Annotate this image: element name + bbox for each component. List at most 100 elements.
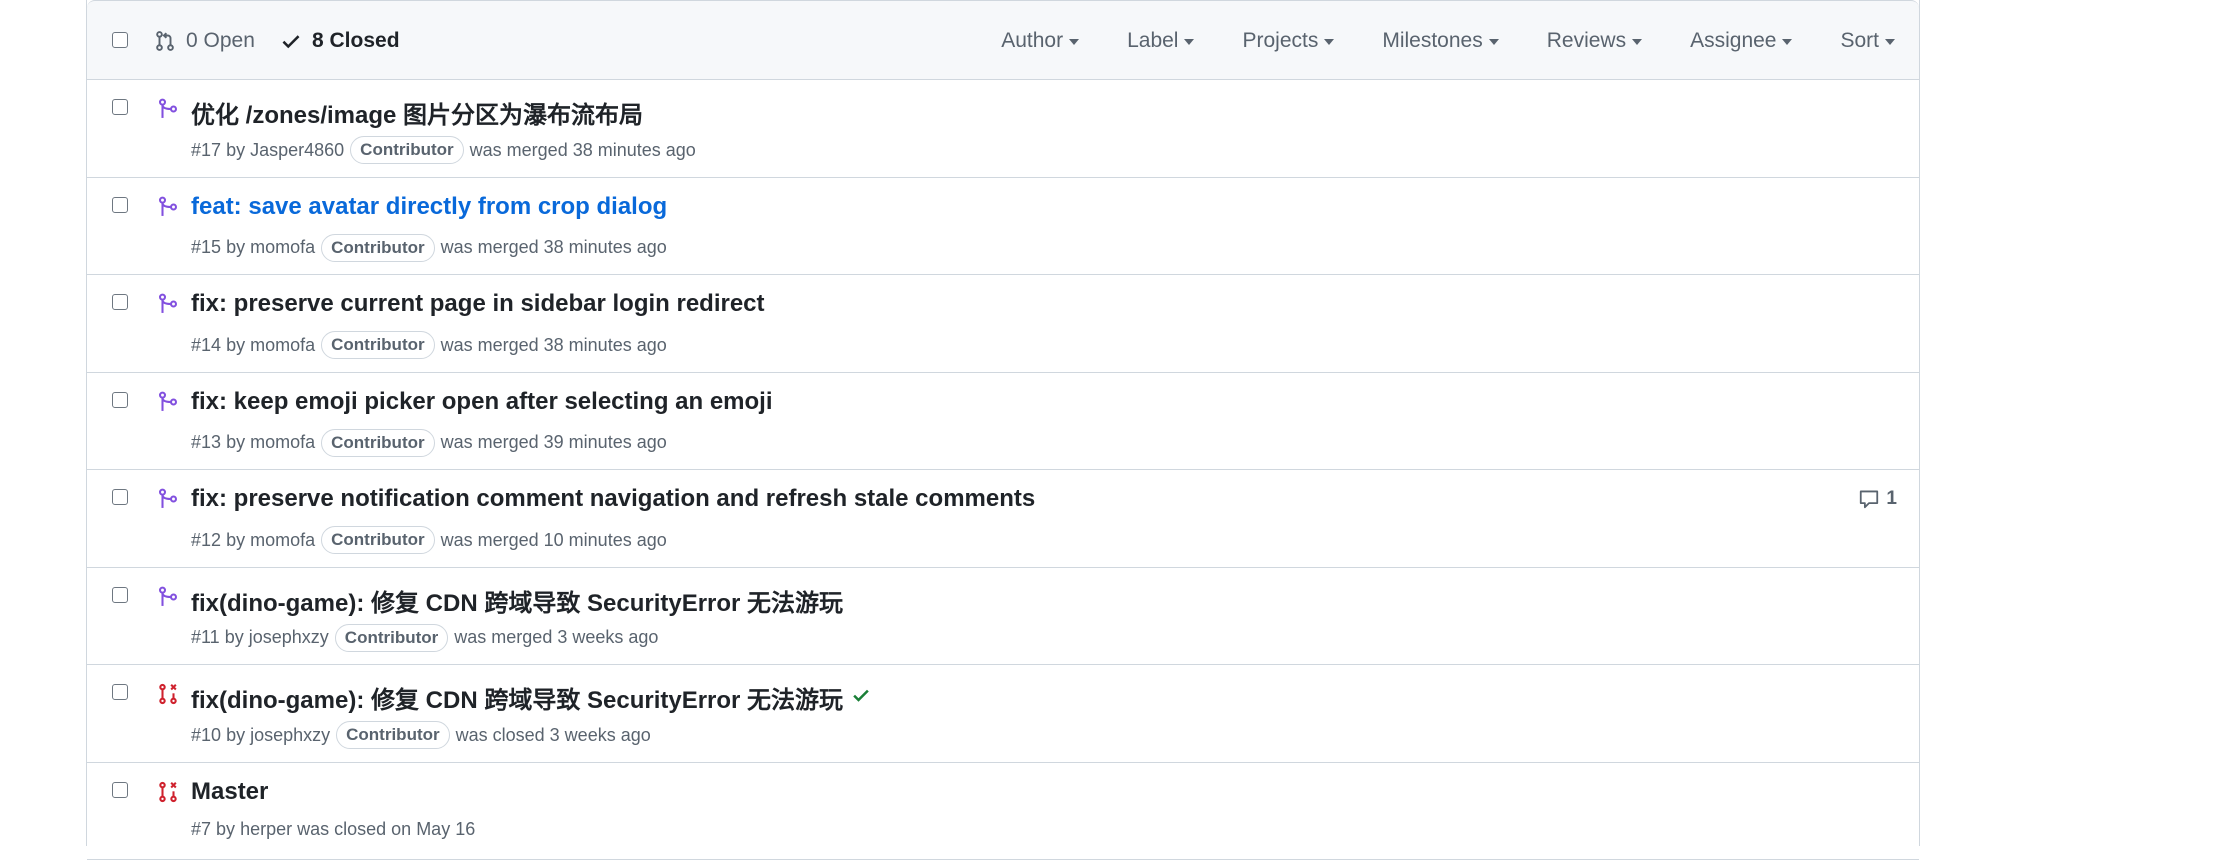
contributor-badge: Contributor: [321, 526, 434, 554]
pr-meta: #12 by momofa Contributor was merged 10 mi…: [191, 526, 667, 554]
git-merge-icon: [157, 586, 179, 608]
pr-status-text: was merged 10 minutes ago: [441, 530, 667, 551]
pr-by-label: by: [226, 530, 245, 551]
pr-author-link[interactable]: Jasper4860: [250, 140, 344, 161]
closed-count-label: 8 Closed: [312, 29, 400, 53]
pull-request-rows: 优化 /zones/image 图片分区为瀑布流布局 #17 by Jasper4…: [87, 80, 1919, 860]
row-checkbox[interactable]: [112, 392, 128, 408]
git-merge-icon: [157, 98, 179, 120]
pr-by-label: by: [225, 627, 244, 648]
pr-by-label: by: [226, 335, 245, 356]
pr-author-link[interactable]: herper: [240, 819, 292, 840]
pr-status-text: was closed 3 weeks ago: [456, 725, 651, 746]
pr-number: #12: [191, 530, 221, 551]
pr-by-label: by: [226, 140, 245, 161]
pr-meta: #13 by momofa Contributor was merged 39 mi…: [191, 429, 667, 457]
git-pull-request-closed-icon: [157, 781, 179, 803]
pr-meta: #15 by momofaContributorwas merged 38 mi…: [191, 234, 667, 262]
check-icon: [280, 30, 302, 52]
contributor-badge: Contributor: [335, 624, 448, 652]
pull-request-row: fix: preserve notification comment navig…: [87, 470, 1919, 568]
pr-title-line: fix: preserve current page in sidebar lo…: [191, 290, 765, 318]
sort-dropdown[interactable]: Sort: [1840, 29, 1895, 53]
pr-status-text: was closed on May 16: [297, 819, 475, 840]
pr-number: #13: [191, 432, 221, 453]
assignee-filter[interactable]: Assignee: [1690, 29, 1792, 53]
pr-title-link[interactable]: 优化 /zones/image 图片分区为瀑布流布局: [191, 95, 643, 130]
contributor-badge: Contributor: [321, 429, 434, 457]
git-merge-icon: [157, 391, 179, 413]
closed-filter-link[interactable]: 8 Closed: [280, 23, 400, 59]
pr-number: #7: [191, 819, 211, 840]
pull-request-row: 优化 /zones/image 图片分区为瀑布流布局 #17 by Jasper4…: [87, 80, 1919, 178]
pull-request-row: fix(dino-game): 修复 CDN 跨域导致 SecurityErro…: [87, 568, 1919, 666]
pr-author-link[interactable]: momofa: [250, 432, 315, 453]
caret-down-icon: [1069, 39, 1079, 45]
row-checkbox[interactable]: [112, 587, 128, 603]
pr-title-line: fix: keep emoji picker open after select…: [191, 388, 773, 416]
row-checkbox[interactable]: [112, 197, 128, 213]
git-merge-icon: [157, 488, 179, 510]
pr-title-link[interactable]: fix(dino-game): 修复 CDN 跨域导致 SecurityErro…: [191, 680, 843, 715]
pr-status-text: was merged 38 minutes ago: [470, 140, 696, 161]
pull-request-row: fix(dino-game): 修复 CDN 跨域导致 SecurityErro…: [87, 665, 1919, 763]
pr-title-link[interactable]: fix(dino-game): 修复 CDN 跨域导致 SecurityErro…: [191, 583, 843, 618]
pr-title-link[interactable]: fix: preserve notification comment navig…: [191, 485, 1035, 513]
row-checkbox[interactable]: [112, 99, 128, 115]
pr-by-label: by: [216, 819, 235, 840]
contributor-badge: Contributor: [321, 234, 434, 262]
pr-status-text: was merged 39 minutes ago: [441, 432, 667, 453]
author-filter[interactable]: Author: [1001, 29, 1079, 53]
filter-bar: Author Label Projects Milestones Reviews…: [953, 23, 1895, 59]
pr-title-line: feat: save avatar directly from crop dia…: [191, 193, 667, 221]
pr-number: #14: [191, 335, 221, 356]
pr-meta: #11 by josephxzyContributorwas merged 3 …: [191, 624, 658, 652]
pr-number: #11: [191, 627, 220, 648]
pr-title-line: 优化 /zones/image 图片分区为瀑布流布局: [191, 95, 643, 130]
pr-title-line: fix: preserve notification comment navig…: [191, 485, 1035, 513]
pr-author-link[interactable]: momofa: [250, 335, 315, 356]
caret-down-icon: [1632, 39, 1642, 45]
check-icon[interactable]: [851, 685, 871, 710]
label-filter[interactable]: Label: [1127, 29, 1194, 53]
pull-request-row: feat: save avatar directly from crop dia…: [87, 178, 1919, 276]
pr-number: #17: [191, 140, 221, 161]
pr-title-link[interactable]: Master: [191, 778, 268, 806]
pr-author-link[interactable]: josephxzy: [249, 627, 329, 648]
pull-request-row: fix: keep emoji picker open after select…: [87, 373, 1919, 471]
pr-title-link[interactable]: fix: preserve current page in sidebar lo…: [191, 290, 765, 318]
pr-meta: #10 by josephxzyContributorwas closed 3 …: [191, 721, 651, 749]
row-checkbox[interactable]: [112, 294, 128, 310]
pr-author-link[interactable]: josephxzy: [250, 725, 330, 746]
pr-author-link[interactable]: momofa: [250, 237, 315, 258]
comments-link[interactable]: 1: [1858, 488, 1897, 510]
contributor-badge: Contributor: [336, 721, 449, 749]
pr-author-link[interactable]: momofa: [250, 530, 315, 551]
git-merge-icon: [157, 293, 179, 315]
pr-by-label: by: [226, 432, 245, 453]
row-checkbox[interactable]: [112, 684, 128, 700]
git-pull-request-closed-icon: [157, 683, 179, 705]
pr-title-line: fix(dino-game): 修复 CDN 跨域导致 SecurityErro…: [191, 583, 843, 618]
open-count-label: 0 Open: [186, 29, 255, 53]
milestones-filter[interactable]: Milestones: [1382, 29, 1498, 53]
git-pull-request-icon: [154, 30, 176, 52]
list-header: 0 Open 8 Closed Author Label Projects Mi…: [87, 0, 1919, 80]
projects-filter[interactable]: Projects: [1242, 29, 1334, 53]
pr-title-link[interactable]: fix: keep emoji picker open after select…: [191, 388, 773, 416]
caret-down-icon: [1184, 39, 1194, 45]
pull-request-row: fix: preserve current page in sidebar lo…: [87, 275, 1919, 373]
comment-icon: [1858, 488, 1886, 510]
pr-number: #10: [191, 725, 221, 746]
open-filter-link[interactable]: 0 Open: [154, 23, 255, 59]
pr-title-link[interactable]: feat: save avatar directly from crop dia…: [191, 193, 667, 221]
pr-meta: #14 by momofaContributorwas merged 38 mi…: [191, 331, 667, 359]
reviews-filter[interactable]: Reviews: [1547, 29, 1642, 53]
pull-request-list: 0 Open 8 Closed Author Label Projects Mi…: [86, 0, 1920, 846]
select-all-checkbox[interactable]: [112, 32, 128, 48]
row-checkbox[interactable]: [112, 782, 128, 798]
comment-count: 1: [1886, 488, 1897, 510]
pr-status-text: was merged 38 minutes ago: [441, 237, 667, 258]
caret-down-icon: [1885, 39, 1895, 45]
row-checkbox[interactable]: [112, 489, 128, 505]
